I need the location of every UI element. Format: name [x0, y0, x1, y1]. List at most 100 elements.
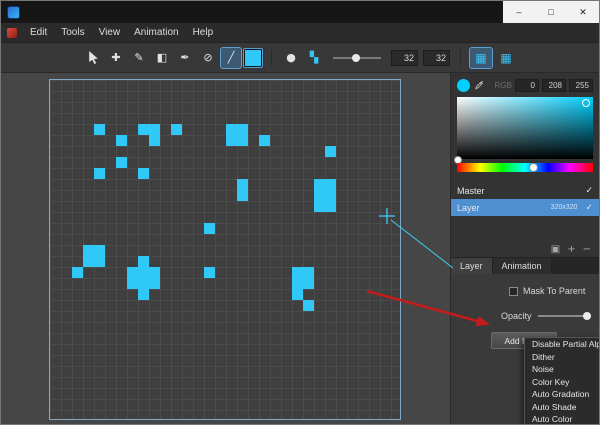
- canvas-area: [1, 73, 451, 424]
- red-value-field[interactable]: 0: [515, 79, 539, 92]
- pixel-block: [127, 267, 160, 289]
- pixel-block: [303, 300, 314, 311]
- close-button[interactable]: ✕: [567, 1, 599, 23]
- pixel-block: [138, 124, 160, 135]
- pixel-block: [116, 135, 127, 146]
- blue-value-field[interactable]: 255: [569, 79, 593, 92]
- saturation-value-picker[interactable]: [457, 97, 593, 159]
- pen-tool[interactable]: ✒: [175, 48, 195, 68]
- app-window: – □ ✕ Edit Tools View Animation Help ✚ ✎…: [0, 0, 600, 425]
- sv-marker[interactable]: [582, 99, 590, 107]
- active-color-swatch[interactable]: [244, 49, 262, 67]
- effect-menu-item[interactable]: Auto Color: [525, 413, 600, 425]
- layer-list: Master ✓ Layer 320x320 ✓: [451, 182, 599, 216]
- effect-menu-item[interactable]: Dither: [525, 351, 600, 364]
- layer-size-label: 320x320: [551, 204, 578, 211]
- toolbar-separator: [460, 50, 461, 66]
- layer-label: Layer: [457, 203, 480, 213]
- layer-visibility-check[interactable]: ✓: [585, 202, 593, 213]
- effect-menu-item[interactable]: Auto Shade: [525, 401, 600, 414]
- canvas-width-input[interactable]: [391, 50, 418, 66]
- pixel-block: [138, 256, 149, 267]
- line-tool[interactable]: ╱: [221, 48, 241, 68]
- hue-slider[interactable]: [457, 163, 593, 172]
- tile-view-button[interactable]: ▦: [495, 48, 517, 68]
- brush-shape-tool[interactable]: ●: [281, 48, 301, 68]
- main-area: RGB 0 208 255 Master ✓: [1, 73, 599, 424]
- window-controls: – □ ✕: [503, 1, 599, 23]
- pixel-block: [204, 267, 215, 278]
- no-draw-tool[interactable]: ⊘: [198, 48, 218, 68]
- cursor-icon: [88, 51, 99, 64]
- pixel-block: [204, 223, 215, 234]
- master-visibility-check[interactable]: ✓: [585, 185, 593, 196]
- pixel-block: [72, 267, 83, 278]
- eyedropper-icon[interactable]: [473, 80, 484, 91]
- pixel-block: [292, 267, 314, 278]
- grid-toggle-button[interactable]: ▦: [470, 48, 492, 68]
- move-tool[interactable]: ✚: [106, 48, 126, 68]
- master-layer-row[interactable]: Master ✓: [451, 182, 599, 199]
- pixel-block: [94, 168, 105, 179]
- layer-list-empty-area: [451, 216, 599, 242]
- pixel-block: [226, 124, 248, 146]
- pattern-tool[interactable]: ▚: [304, 48, 324, 68]
- pixel-block: [292, 278, 303, 300]
- hue-marker[interactable]: [529, 163, 538, 172]
- duplicate-layer-icon[interactable]: ▣: [551, 244, 560, 255]
- app-logo-icon: [7, 6, 20, 19]
- menu-view[interactable]: View: [92, 23, 128, 43]
- maximize-button[interactable]: □: [535, 1, 567, 23]
- menubar: Edit Tools View Animation Help: [1, 23, 599, 43]
- effect-dropdown-menu: Disable Partial Alpha Dither Noise Color…: [524, 337, 600, 425]
- pixel-block: [303, 278, 314, 289]
- layer-panel-toolbar: ▣ + −: [451, 242, 599, 257]
- opacity-slider[interactable]: [538, 310, 591, 322]
- pixel-block: [237, 179, 248, 201]
- color-section: RGB 0 208 255: [451, 73, 599, 176]
- opacity-label: Opacity: [501, 311, 532, 321]
- pixel-block: [149, 135, 160, 146]
- green-value-field[interactable]: 208: [542, 79, 566, 92]
- pixel-block: [83, 245, 105, 267]
- opacity-thumb[interactable]: [583, 312, 591, 320]
- effect-menu-item[interactable]: Color Key: [525, 376, 600, 389]
- pixel-block: [314, 179, 336, 212]
- menu-edit[interactable]: Edit: [23, 23, 54, 43]
- mask-to-parent-checkbox[interactable]: [509, 287, 518, 296]
- effect-menu-item[interactable]: Disable Partial Alpha: [525, 338, 600, 351]
- slider-thumb[interactable]: [352, 54, 360, 62]
- titlebar: – □ ✕: [1, 1, 599, 23]
- brush-size-slider[interactable]: [331, 48, 383, 68]
- pixel-block: [325, 146, 336, 157]
- rgb-label: RGB: [495, 81, 512, 90]
- pixel-block: [138, 168, 149, 179]
- tab-layer[interactable]: Layer: [451, 258, 493, 274]
- add-layer-icon[interactable]: +: [567, 244, 575, 255]
- pixel-block: [138, 289, 149, 300]
- pencil-tool[interactable]: ✎: [129, 48, 149, 68]
- pixel-block: [259, 135, 270, 146]
- canvas-height-input[interactable]: [423, 50, 450, 66]
- effect-menu-item[interactable]: Auto Gradation: [525, 388, 600, 401]
- layer-row[interactable]: Layer 320x320 ✓: [451, 199, 599, 216]
- eraser-tool[interactable]: ◧: [152, 48, 172, 68]
- select-tool[interactable]: [83, 48, 103, 68]
- app-menu-icon[interactable]: [7, 28, 17, 38]
- remove-layer-icon[interactable]: −: [583, 244, 591, 255]
- minimize-button[interactable]: –: [503, 1, 535, 23]
- toolbar-separator: [271, 50, 272, 66]
- pixel-block: [171, 124, 182, 135]
- pixel-canvas[interactable]: [49, 79, 401, 420]
- menu-tools[interactable]: Tools: [54, 23, 91, 43]
- mask-to-parent-label: Mask To Parent: [523, 286, 585, 296]
- menu-animation[interactable]: Animation: [127, 23, 185, 43]
- effect-menu-item[interactable]: Noise: [525, 363, 600, 376]
- tab-animation[interactable]: Animation: [493, 258, 552, 274]
- master-layer-label: Master: [457, 186, 485, 196]
- pixel-block: [94, 124, 105, 135]
- menu-help[interactable]: Help: [186, 23, 221, 43]
- current-color-swatch[interactable]: [457, 79, 470, 92]
- pixel-block: [116, 157, 127, 168]
- panel-tabs: Layer Animation: [451, 257, 599, 274]
